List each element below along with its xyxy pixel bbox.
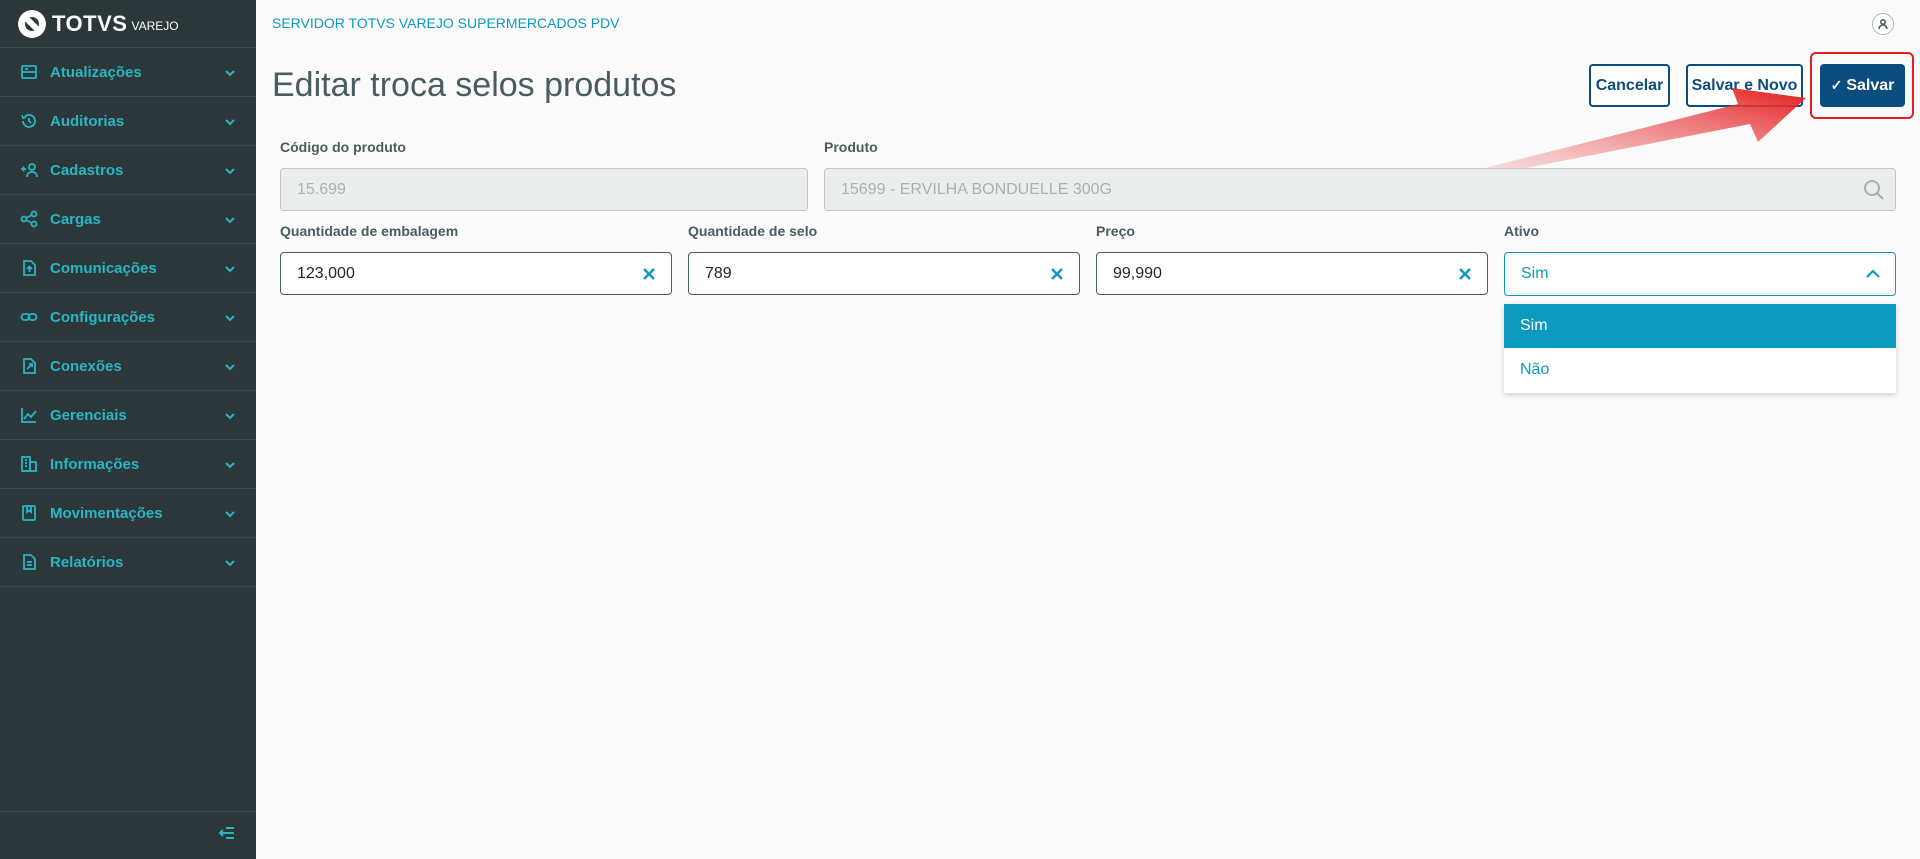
topbar: SERVIDOR TOTVS VAREJO SUPERMERCADOS PDV — [256, 0, 1920, 46]
link-icon — [20, 308, 38, 326]
sidebar-item-configuracoes[interactable]: Configurações — [0, 293, 256, 342]
chevron-down-icon — [224, 458, 236, 470]
sidebar-footer — [0, 811, 256, 859]
page-title: Editar troca selos produtos — [272, 66, 677, 104]
book-icon — [20, 504, 38, 522]
sidebar-item-conexoes[interactable]: Conexões — [0, 342, 256, 391]
sidebar-item-label: Gerenciais — [50, 406, 127, 424]
sidebar-item-label: Comunicações — [50, 259, 157, 277]
ativo-option-nao[interactable]: Não — [1504, 348, 1896, 392]
chevron-down-icon — [224, 213, 236, 225]
chevron-down-icon — [224, 507, 236, 519]
preco-value: 99,990 — [1113, 264, 1162, 282]
chevron-down-icon — [224, 115, 236, 127]
sidebar-item-label: Relatórios — [50, 553, 124, 571]
sidebar-item-cargas[interactable]: Cargas — [0, 195, 256, 244]
qtd-embalagem-input[interactable]: 123,000 — [280, 252, 672, 295]
file-upload-icon — [20, 259, 38, 277]
qtd-embalagem-value: 123,000 — [297, 264, 355, 282]
chevron-down-icon — [224, 164, 236, 176]
save-and-new-button[interactable]: Salvar e Novo — [1686, 64, 1803, 107]
sidebar-item-label: Conexões — [50, 357, 122, 375]
server-name: SERVIDOR TOTVS VAREJO SUPERMERCADOS PDV — [272, 15, 620, 31]
chevron-up-icon — [1865, 266, 1881, 282]
search-icon — [1863, 179, 1885, 201]
add-user-icon — [20, 161, 38, 179]
document-icon — [20, 553, 38, 571]
codigo-produto-label: Código do produto — [280, 139, 406, 155]
qtd-embalagem-label: Quantidade de embalagem — [280, 223, 459, 239]
ativo-dropdown: Sim Não — [1504, 304, 1896, 393]
cancel-button[interactable]: Cancelar — [1589, 64, 1670, 107]
sidebar-item-cadastros[interactable]: Cadastros — [0, 146, 256, 195]
qtd-selo-label: Quantidade de selo — [688, 223, 818, 239]
qtd-selo-value: 789 — [705, 264, 732, 282]
qtd-selo-input[interactable]: 789 — [688, 252, 1080, 295]
server-icon — [20, 63, 38, 81]
user-avatar[interactable] — [1872, 13, 1894, 35]
share-icon — [20, 210, 38, 228]
sidebar: TOTVS VAREJO Atualizações Auditorias Cad… — [0, 0, 256, 859]
codigo-produto-value: 15.699 — [297, 180, 346, 198]
produto-value: 15699 - ERVILHA BONDUELLE 300G — [841, 180, 1112, 198]
sidebar-item-label: Movimentações — [50, 504, 163, 522]
produto-field: 15699 - ERVILHA BONDUELLE 300G — [824, 168, 1896, 211]
sidebar-item-label: Auditorias — [50, 112, 125, 130]
chevron-down-icon — [224, 556, 236, 568]
ativo-select[interactable]: Sim — [1504, 252, 1896, 296]
sidebar-item-comunicacoes[interactable]: Comunicações — [0, 244, 256, 293]
sidebar-item-label: Atualizações — [50, 63, 142, 81]
preco-input[interactable]: 99,990 — [1096, 252, 1488, 295]
clear-icon[interactable] — [641, 266, 657, 282]
user-icon — [1878, 18, 1888, 30]
chevron-down-icon — [224, 66, 236, 78]
chevron-down-icon — [224, 311, 236, 323]
collapse-menu-icon[interactable] — [218, 824, 236, 847]
sidebar-item-atualizacoes[interactable]: Atualizações — [0, 48, 256, 97]
logo: TOTVS VAREJO — [0, 0, 256, 48]
sidebar-menu: Atualizações Auditorias Cadastros Cargas… — [0, 48, 256, 587]
sidebar-item-label: Cargas — [50, 210, 101, 228]
totvs-logo-icon — [18, 9, 46, 38]
ativo-select-value: Sim — [1521, 265, 1549, 282]
ativo-option-sim[interactable]: Sim — [1504, 304, 1896, 348]
chevron-down-icon — [224, 360, 236, 372]
sidebar-item-auditorias[interactable]: Auditorias — [0, 97, 256, 146]
sidebar-item-relatorios[interactable]: Relatórios — [0, 538, 256, 587]
logo-subtext: VAREJO — [131, 18, 179, 33]
produto-label: Produto — [824, 139, 878, 155]
ativo-label: Ativo — [1504, 223, 1539, 239]
building-icon — [20, 455, 38, 473]
chevron-down-icon — [224, 262, 236, 274]
highlight-box — [1810, 52, 1914, 119]
clear-icon[interactable] — [1049, 266, 1065, 282]
sidebar-item-label: Cadastros — [50, 161, 124, 179]
sidebar-item-label: Informações — [50, 455, 140, 473]
sidebar-item-gerenciais[interactable]: Gerenciais — [0, 391, 256, 440]
preco-label: Preço — [1096, 223, 1135, 239]
sidebar-item-label: Configurações — [50, 308, 156, 326]
chevron-down-icon — [224, 409, 236, 421]
chart-icon — [20, 406, 38, 424]
history-icon — [20, 112, 38, 130]
file-export-icon — [20, 357, 38, 375]
sidebar-item-movimentacoes[interactable]: Movimentações — [0, 489, 256, 538]
clear-icon[interactable] — [1457, 266, 1473, 282]
sidebar-item-informacoes[interactable]: Informações — [0, 440, 256, 489]
logo-text: TOTVS — [52, 10, 128, 36]
codigo-produto-field: 15.699 — [280, 168, 808, 211]
